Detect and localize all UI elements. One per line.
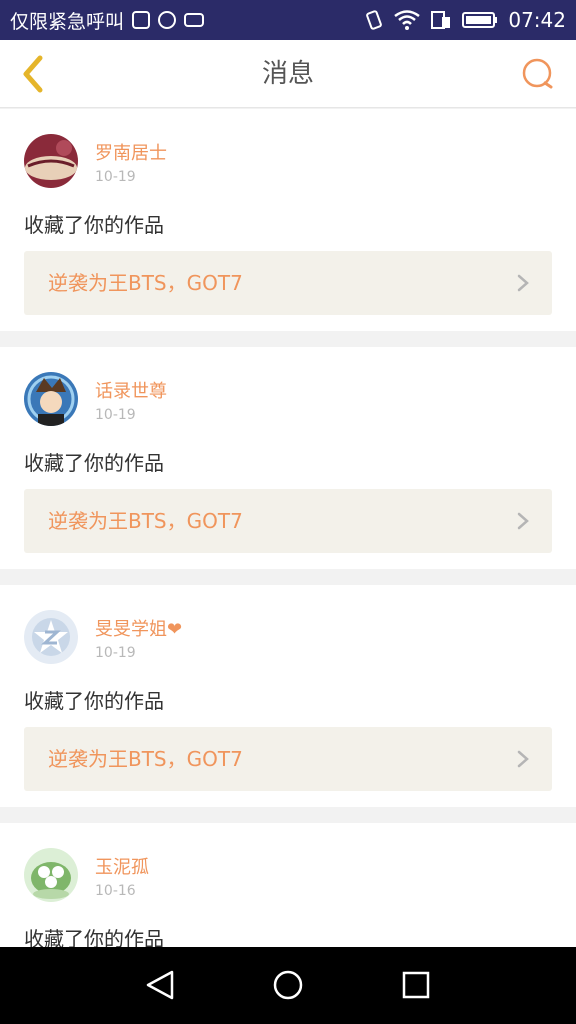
- nav-back-icon[interactable]: [142, 967, 178, 1003]
- message-card: 玉泥孤 10-16 收藏了你的作品: [0, 823, 576, 947]
- message-list: 罗南居士 10-19 收藏了你的作品 逆袭为王BTS，GOT7 话录世尊 10-…: [0, 109, 576, 947]
- work-title: 逆袭为王BTS，GOT7: [48, 747, 243, 771]
- work-link[interactable]: 逆袭为王BTS，GOT7: [24, 727, 552, 791]
- message-action: 收藏了你的作品: [24, 451, 164, 475]
- vibrate-icon: [366, 10, 383, 30]
- keyboard-icon: [184, 13, 205, 27]
- wifi-icon: [394, 10, 421, 30]
- chevron-right-icon: [517, 274, 529, 292]
- user-name[interactable]: 话录世尊: [95, 377, 167, 403]
- carrier-text: 仅限紧急呼叫: [10, 10, 125, 33]
- message-action: 收藏了你的作品: [24, 213, 164, 237]
- work-link[interactable]: 逆袭为王BTS，GOT7: [24, 251, 552, 315]
- battery-icon: [462, 12, 498, 28]
- status-bar: 仅限紧急呼叫 07:42: [0, 0, 576, 40]
- page-title: 消息: [261, 59, 314, 89]
- user-name[interactable]: 罗南居士: [95, 139, 167, 165]
- system-nav-bar: [0, 947, 576, 1024]
- message-action: 收藏了你的作品: [24, 927, 164, 947]
- message-card: 话录世尊 10-19 收藏了你的作品 逆袭为王BTS，GOT7: [0, 347, 576, 569]
- message-date: 10-19: [95, 169, 136, 185]
- sim-icon: [431, 11, 451, 29]
- user-name[interactable]: 玉泥孤: [95, 853, 149, 879]
- app-header: 消息: [0, 40, 576, 108]
- message-card: 旻旻学姐❤ 10-19 收藏了你的作品 逆袭为王BTS，GOT7: [0, 585, 576, 807]
- avatar[interactable]: [24, 848, 78, 902]
- work-title: 逆袭为王BTS，GOT7: [48, 509, 243, 533]
- message-card: 罗南居士 10-19 收藏了你的作品 逆袭为王BTS，GOT7: [0, 109, 576, 331]
- chevron-right-icon: [517, 512, 529, 530]
- avatar[interactable]: [24, 610, 78, 664]
- search-icon[interactable]: [520, 56, 556, 92]
- image-icon: [132, 11, 151, 29]
- user-name[interactable]: 旻旻学姐❤: [95, 615, 182, 641]
- message-date: 10-19: [95, 407, 136, 423]
- work-link[interactable]: 逆袭为王BTS，GOT7: [24, 489, 552, 553]
- clock: 07:42: [508, 8, 566, 32]
- message-date: 10-16: [95, 883, 136, 899]
- nav-recents-icon[interactable]: [398, 967, 434, 1003]
- chevron-right-icon: [517, 750, 529, 768]
- message-date: 10-19: [95, 645, 136, 661]
- avatar[interactable]: [24, 134, 78, 188]
- work-title: 逆袭为王BTS，GOT7: [48, 271, 243, 295]
- avatar[interactable]: [24, 372, 78, 426]
- message-action: 收藏了你的作品: [24, 689, 164, 713]
- nav-home-icon[interactable]: [270, 967, 306, 1003]
- notification-icons: [132, 11, 205, 29]
- app-icon: [158, 11, 177, 29]
